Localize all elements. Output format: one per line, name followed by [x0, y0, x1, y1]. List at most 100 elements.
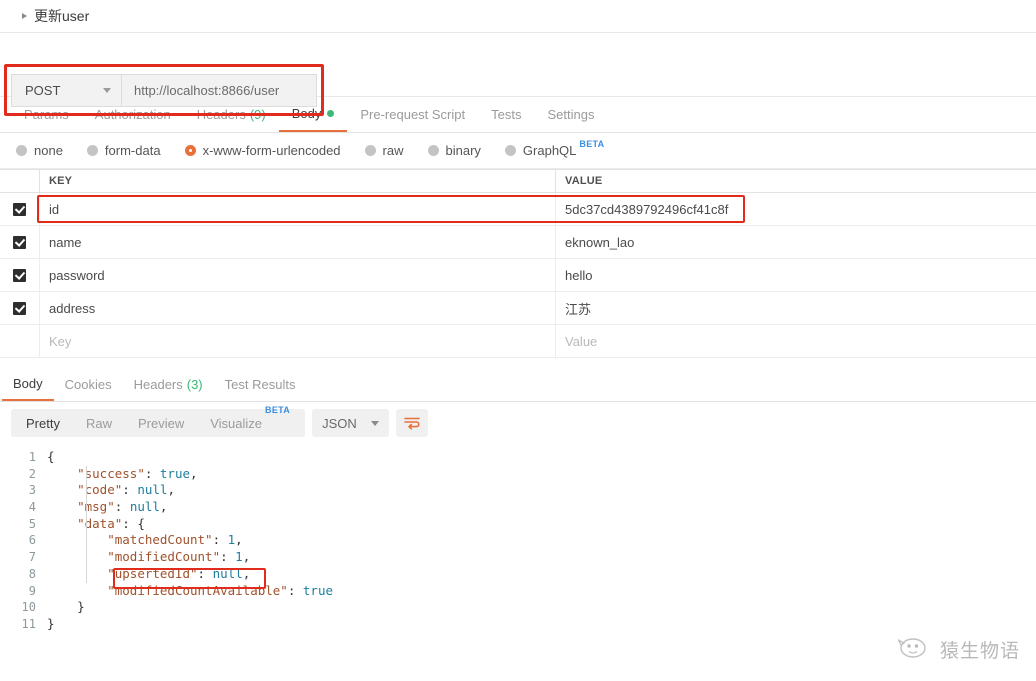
tab-label: Settings — [547, 107, 595, 122]
response-body-code[interactable]: 1 { 2 "success": true, 3 "code": null, 4… — [0, 444, 1036, 633]
row-key-cell[interactable]: password — [40, 259, 556, 291]
table-row[interactable]: address 江苏 — [0, 292, 1036, 325]
triangle-right-icon[interactable] — [22, 13, 27, 19]
code-text: "modifiedCount": 1, — [107, 549, 251, 565]
row-key-value: name — [49, 234, 82, 250]
tab-authorization[interactable]: Authorization — [82, 97, 184, 132]
postman-window: 更新user POST http://localhost:8866/user P… — [0, 0, 1036, 681]
row-value-placeholder: Value — [565, 333, 598, 349]
row-value-value: hello — [565, 267, 593, 283]
code-line: 1 { — [0, 449, 1036, 466]
row-checkbox-cell[interactable] — [0, 193, 40, 225]
body-type-selector: none form-data x-www-form-urlencoded raw… — [0, 133, 1036, 169]
row-value-cell[interactable]: 5dc37cd4389792496cf41c8f — [556, 193, 1036, 225]
table-row[interactable]: name eknown_lao — [0, 226, 1036, 259]
chevron-down-icon — [103, 88, 111, 93]
view-mode-pretty[interactable]: Pretty — [13, 409, 73, 437]
radio-selected-icon — [184, 145, 196, 156]
view-mode-raw[interactable]: Raw — [73, 409, 125, 437]
row-key-cell[interactable]: Key — [40, 325, 556, 357]
code-line: 7 "modifiedCount": 1, — [0, 549, 1036, 566]
header-value-cell: VALUE — [556, 170, 1036, 192]
tab-count: (3) — [186, 376, 203, 392]
response-format-select[interactable]: JSON — [312, 409, 389, 437]
response-view-bar: Pretty Raw Preview Visualize BETA JSON — [0, 402, 1036, 444]
word-wrap-button[interactable] — [395, 409, 428, 437]
page-title: 更新user — [34, 8, 90, 24]
code-line: 3 "code": null, — [0, 482, 1036, 499]
body-type-raw[interactable]: raw — [364, 143, 404, 158]
row-key-cell[interactable]: name — [40, 226, 556, 258]
row-key-value: id — [49, 201, 60, 217]
beta-badge: BETA — [265, 405, 291, 415]
url-bar-section: POST http://localhost:8866/user — [0, 33, 1036, 116]
code-line: 11 } — [0, 616, 1036, 633]
row-checkbox-cell[interactable] — [0, 325, 40, 357]
tab-pre-request-script[interactable]: Pre-request Script — [347, 97, 478, 132]
checkbox-checked-icon[interactable] — [13, 235, 26, 249]
code-line: 2 "success": true, — [0, 466, 1036, 483]
view-mode-preview[interactable]: Preview — [125, 409, 197, 437]
response-tab-cookies[interactable]: Cookies — [54, 367, 123, 401]
row-checkbox-cell[interactable] — [0, 226, 40, 258]
row-key-placeholder: Key — [49, 333, 72, 349]
body-type-label: binary — [445, 143, 481, 158]
tab-label: Pre-request Script — [360, 107, 466, 122]
tab-label: Cookies — [64, 376, 112, 392]
tab-body[interactable]: Body — [278, 97, 348, 132]
body-type-form-data[interactable]: form-data — [86, 143, 161, 158]
view-mode-group: Pretty Raw Preview Visualize BETA — [11, 405, 306, 437]
table-row[interactable]: id 5dc37cd4389792496cf41c8f — [0, 193, 1036, 226]
watermark-text: 猿生物语 — [939, 640, 1020, 662]
tab-params[interactable]: Params — [11, 97, 82, 132]
row-value-cell[interactable]: eknown_lao — [556, 226, 1036, 258]
view-mode-visualize[interactable]: Visualize BETA — [197, 405, 303, 437]
body-type-graphql[interactable]: GraphQL BETA — [504, 139, 605, 158]
response-format-value: JSON — [322, 415, 357, 431]
line-number: 5 — [28, 516, 36, 531]
row-checkbox-cell[interactable] — [0, 292, 40, 324]
tab-tests[interactable]: Tests — [478, 97, 534, 132]
code-text: "code": null, — [77, 482, 175, 498]
row-checkbox-cell[interactable] — [0, 259, 40, 291]
body-type-x-www-form-urlencoded[interactable]: x-www-form-urlencoded — [184, 143, 341, 158]
tab-settings[interactable]: Settings — [534, 97, 607, 132]
line-number: 7 — [28, 550, 36, 565]
row-value-cell[interactable]: hello — [556, 259, 1036, 291]
code-line: 10 } — [0, 599, 1036, 616]
body-type-label: form-data — [104, 143, 161, 158]
checkbox-checked-icon[interactable] — [13, 268, 26, 282]
row-value-cell[interactable]: Value — [556, 325, 1036, 357]
table-row-placeholder[interactable]: Key Value — [0, 325, 1036, 358]
request-title-bar: 更新user — [0, 0, 1036, 33]
radio-icon — [427, 145, 439, 156]
body-type-label: GraphQL — [522, 143, 577, 158]
body-type-none[interactable]: none — [16, 143, 63, 158]
response-tab-body[interactable]: Body — [2, 367, 54, 401]
row-key-cell[interactable]: address — [40, 292, 556, 324]
checkbox-checked-icon[interactable] — [13, 202, 26, 216]
tab-label: Params — [24, 107, 69, 122]
response-tab-headers[interactable]: Headers (3) — [123, 367, 214, 401]
column-header-key: KEY — [49, 175, 73, 187]
chevron-down-icon — [370, 420, 379, 426]
code-line: 4 "msg": null, — [0, 499, 1036, 516]
body-type-binary[interactable]: binary — [427, 143, 481, 158]
code-line: 8 "upsertedId": null, — [0, 566, 1036, 583]
table-row[interactable]: password hello — [0, 259, 1036, 292]
checkbox-checked-icon[interactable] — [13, 301, 26, 315]
view-mode-label: Pretty — [26, 415, 60, 431]
radio-icon — [16, 145, 27, 156]
code-line: 6 "matchedCount": 1, — [0, 532, 1036, 549]
line-number: 1 — [28, 450, 36, 464]
code-text: "msg": null, — [77, 499, 168, 515]
response-tab-test-results[interactable]: Test Results — [214, 367, 307, 401]
code-text: "success": true, — [77, 465, 198, 481]
row-key-value: password — [49, 267, 105, 283]
row-key-value: address — [49, 300, 96, 316]
tab-headers[interactable]: Headers (9) — [184, 97, 279, 132]
row-value-cell[interactable]: 江苏 — [556, 292, 1036, 324]
watermark: 猿生物语 — [896, 636, 1020, 663]
view-mode-label: Preview — [137, 415, 185, 431]
row-key-cell[interactable]: id — [40, 193, 556, 225]
